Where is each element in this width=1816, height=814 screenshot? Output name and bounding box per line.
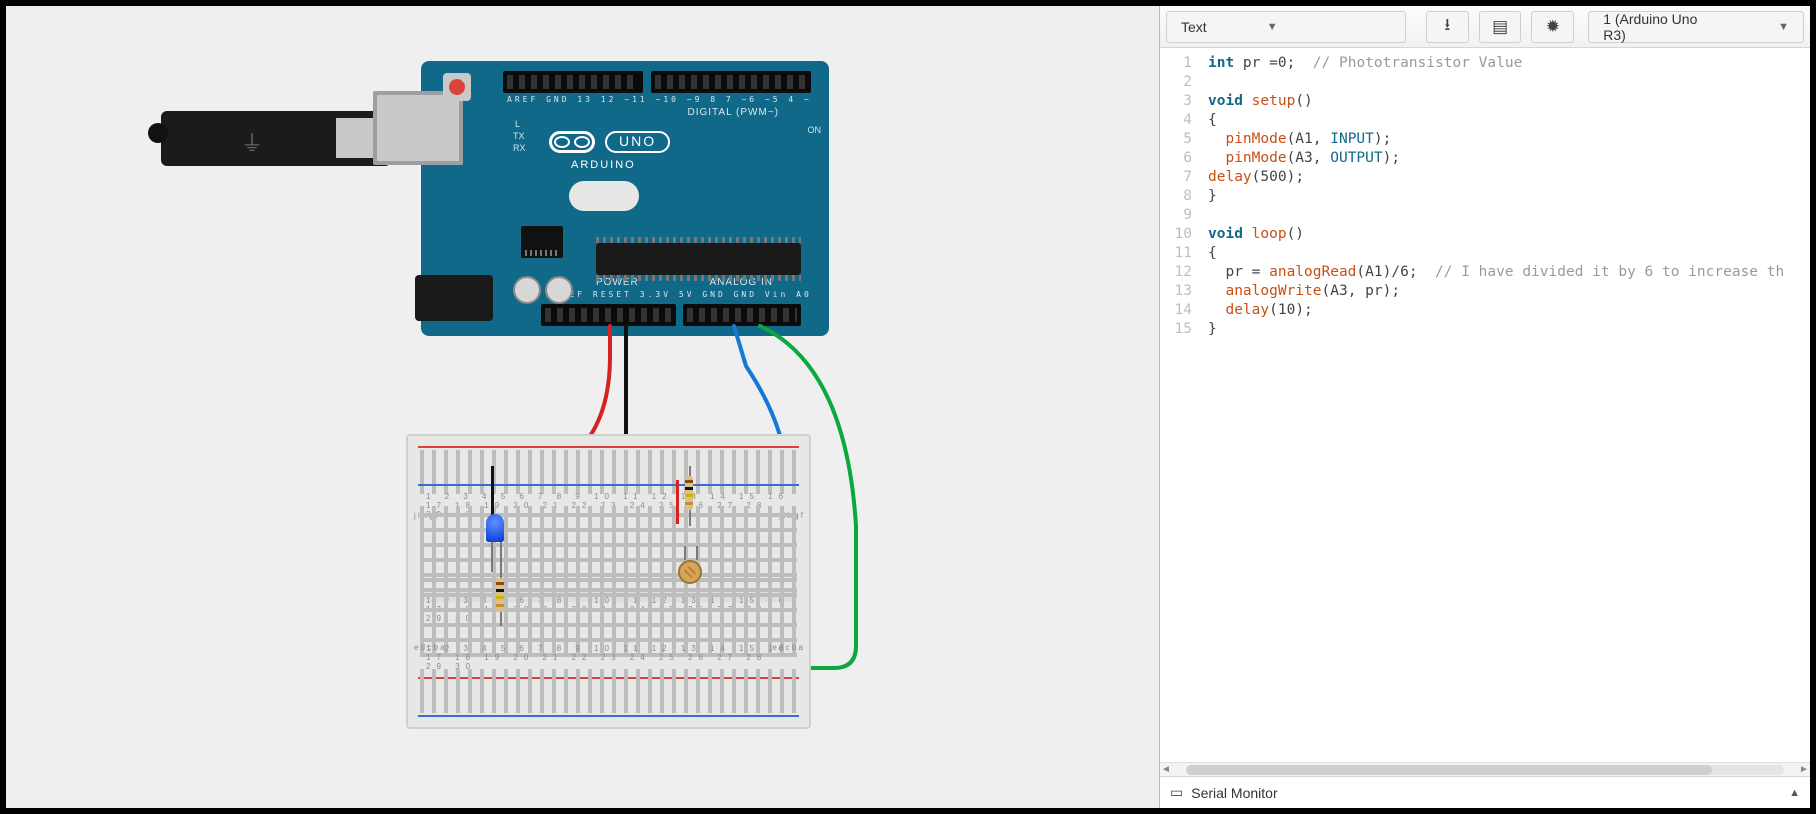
board-select[interactable]: 1 (Arduino Uno R3) ▼	[1588, 11, 1804, 43]
digital-header-left[interactable]	[503, 71, 643, 93]
code-toolbar: Text ▼ ⭳ ▤ ✹ 1 (Arduino Uno R3) ▼	[1160, 6, 1810, 48]
usb-cable-tip	[148, 123, 168, 143]
chevron-down-icon: ▼	[1267, 21, 1278, 33]
reset-button[interactable]	[443, 73, 471, 101]
editor-horizontal-scrollbar[interactable]: ◄ ►	[1160, 762, 1810, 776]
mode-select[interactable]: Text ▼	[1166, 11, 1406, 43]
capacitor-1	[513, 276, 541, 304]
crystal-component	[569, 181, 639, 211]
scroll-right-icon[interactable]: ►	[1798, 764, 1810, 775]
model-label: UNO	[605, 131, 670, 153]
brand-label: ARDUINO	[571, 159, 636, 171]
breadboard[interactable]: 1 2 3 4 5 6 7 8 9 10 11 12 13 14 15 16 1…	[406, 434, 811, 729]
code-content[interactable]: int pr =0; // Phototransistor Value void…	[1202, 48, 1810, 762]
scrollbar-thumb[interactable]	[1186, 765, 1712, 775]
expand-up-icon[interactable]: ▲	[1789, 787, 1800, 799]
code-panel: Text ▼ ⭳ ▤ ✹ 1 (Arduino Uno R3) ▼ 123456…	[1160, 6, 1810, 808]
r2-lead-bot	[689, 510, 691, 526]
library-button[interactable]: ▤	[1479, 11, 1522, 43]
serial-monitor-icon: ▭	[1170, 784, 1183, 801]
on-label: ON	[808, 125, 822, 135]
bus-rail-neg-bot	[418, 715, 799, 717]
ldr-lead-2	[696, 546, 698, 560]
atmega-chip	[596, 243, 801, 275]
ldr-lead-1	[684, 546, 686, 560]
bus-strip-bot-2[interactable]	[420, 685, 797, 713]
digital-pin-labels: AREF GND 13 12 ~11 ~10 ~9 8 7 ~6 ~5 4 ~3…	[507, 95, 809, 107]
code-editor[interactable]: 123456789101112131415 int pr =0; // Phot…	[1160, 48, 1810, 762]
arduino-logo: UNO	[549, 131, 670, 153]
jumper-red[interactable]	[676, 480, 679, 524]
resistor-2[interactable]	[685, 476, 693, 510]
board-select-label: 1 (Arduino Uno R3)	[1603, 11, 1718, 43]
analog-header[interactable]	[683, 304, 801, 326]
photoresistor[interactable]	[678, 560, 702, 584]
led-blue[interactable]	[486, 514, 504, 542]
rx-label: RX	[513, 143, 526, 153]
power-header[interactable]	[541, 304, 676, 326]
bus-strip-top-2[interactable]	[420, 466, 797, 494]
infinity-logo-icon	[549, 131, 595, 153]
scroll-left-icon[interactable]: ◄	[1160, 764, 1172, 775]
bus-rail-neg-top	[418, 484, 799, 486]
led-l-label: L	[515, 119, 520, 129]
r1-lead-bot	[500, 612, 502, 626]
led-lead-1	[491, 542, 493, 572]
tx-label: TX	[513, 131, 525, 141]
arduino-uno-board[interactable]: AREF GND 13 12 ~11 ~10 ~9 8 7 ~6 ~5 4 ~3…	[421, 61, 829, 336]
bus-rail-pos-top	[418, 446, 799, 448]
library-icon: ▤	[1492, 17, 1508, 37]
debug-button[interactable]: ✹	[1531, 11, 1574, 43]
jumper-black[interactable]	[491, 466, 494, 516]
power-jack	[415, 275, 493, 321]
usb-icon: ⏚	[241, 126, 263, 158]
resistor-1[interactable]	[496, 578, 504, 612]
usb-chip	[521, 226, 563, 258]
power-analog-pin-labels: IOREF RESET 3.3V 5V GND GND Vin A0 A1 A2…	[546, 290, 809, 302]
circuit-canvas[interactable]: ⏚ AREF GND 13 12 ~11 ~10 ~9 8 7 ~6 ~5 4 …	[6, 6, 1160, 808]
capacitor-2	[545, 276, 573, 304]
debug-icon: ✹	[1546, 17, 1560, 37]
digital-header-right[interactable]	[651, 71, 811, 93]
chevron-down-icon: ▼	[1778, 21, 1789, 33]
download-icon: ⭳	[1444, 12, 1450, 41]
line-number-gutter: 123456789101112131415	[1160, 48, 1202, 762]
serial-monitor-bar[interactable]: ▭ Serial Monitor ▲	[1160, 776, 1810, 808]
usb-port	[373, 91, 463, 165]
download-button[interactable]: ⭳	[1426, 11, 1469, 43]
mode-select-label: Text	[1181, 19, 1207, 35]
serial-monitor-label: Serial Monitor	[1191, 785, 1277, 801]
col-numbers-bot: 1 2 3 4 5 6 7 8 9 10 11 12 13 14 15 16 1…	[426, 644, 791, 671]
digital-section-label: DIGITAL (PWM~)	[688, 107, 780, 118]
scrollbar-track[interactable]	[1186, 765, 1784, 775]
